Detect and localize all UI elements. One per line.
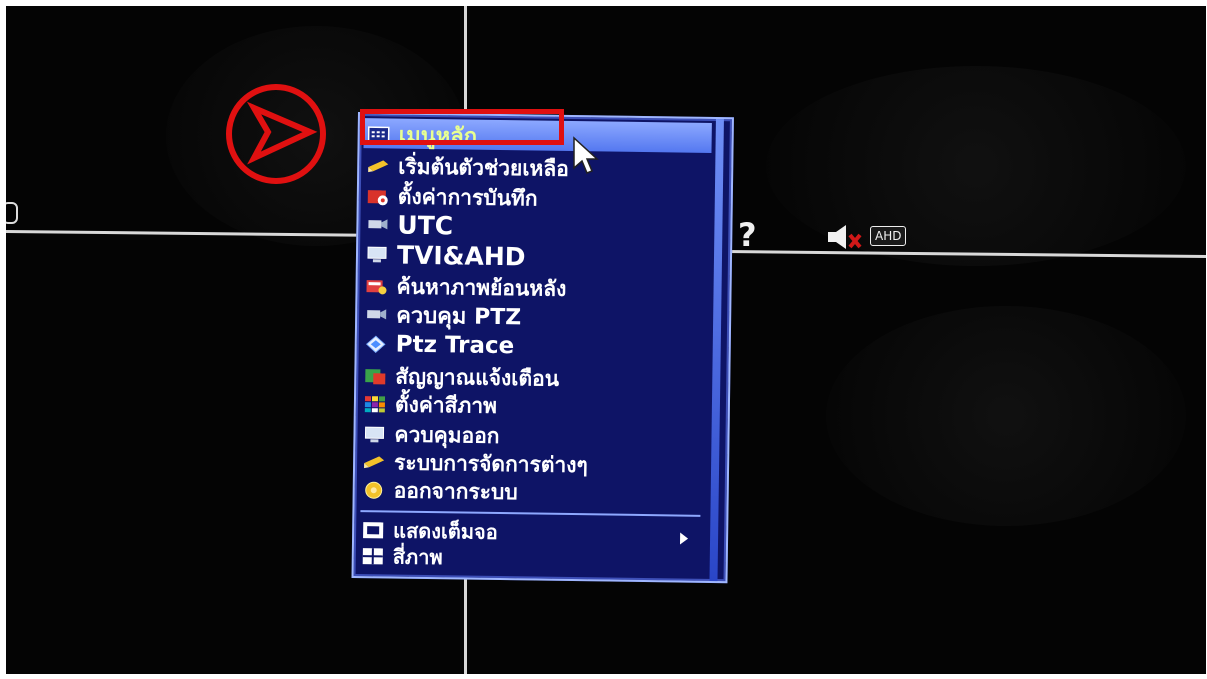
- playback-search-icon: [366, 280, 387, 295]
- pencil-icon: [368, 160, 389, 173]
- camera-icon: [368, 219, 388, 230]
- menu-item-label: ควบคุม PTZ: [395, 303, 522, 330]
- ahd-badge: AHD: [870, 226, 907, 246]
- menu-item-label: สี่ภาพ: [392, 544, 443, 570]
- menu-item-quad-view[interactable]: สี่ภาพ: [362, 542, 443, 571]
- ptz-camera-icon: [367, 309, 387, 320]
- alarm-icon: [365, 369, 386, 385]
- mouse-cursor-icon: [573, 136, 599, 174]
- quad-view-icon: [362, 548, 383, 565]
- menu-item-utc[interactable]: UTC: [366, 210, 454, 240]
- menu-item-color-settings[interactable]: ตั้งค่าสีภาพ: [364, 390, 497, 420]
- menu-item-record-settings[interactable]: ตั้งค่าการบันทึก: [367, 182, 538, 212]
- submenu-arrow-icon: [679, 532, 689, 545]
- menu-item-tvi-ahd[interactable]: TVI&AHD: [366, 240, 526, 271]
- menu-panel: เมนูหลัก เริ่มต้นตัวช่วยเหลือ ตั้งค่าการ…: [351, 112, 734, 584]
- background-glow: [826, 306, 1186, 526]
- annotation-highlight-box: [360, 109, 564, 145]
- output-monitor-icon: [364, 426, 385, 443]
- mute-icon[interactable]: [824, 222, 874, 252]
- record-settings-icon: [367, 190, 388, 206]
- menu-item-label: Ptz Trace: [395, 331, 515, 360]
- monitor-icon: [367, 246, 387, 263]
- annotation-arrow-icon: [226, 84, 326, 184]
- menu-item-output-control[interactable]: ควบคุมออก: [363, 420, 500, 450]
- menu-scroll-edge: [709, 118, 724, 582]
- menu-item-label: ออกจากระบบ: [393, 478, 518, 504]
- menu-item-label: UTC: [397, 210, 454, 240]
- menu-item-ptz-trace[interactable]: Ptz Trace: [365, 330, 515, 360]
- diamond-icon: [366, 335, 386, 353]
- channel-icon: [6, 202, 18, 224]
- color-grid-icon: [364, 396, 386, 413]
- logout-icon: [365, 481, 383, 499]
- menu-item-label: TVI&AHD: [396, 240, 526, 271]
- menu-item-logout[interactable]: ออกจากระบบ: [363, 476, 518, 506]
- help-icon[interactable]: ?: [738, 216, 757, 254]
- menu-item-setup-wizard[interactable]: เริ่มต้นตัวช่วยเหลือ: [367, 152, 569, 183]
- main-context-menu: เมนูหลัก เริ่มต้นตัวช่วยเหลือ ตั้งค่าการ…: [351, 112, 740, 587]
- fullscreen-icon: [363, 522, 384, 539]
- menu-item-ptz-control[interactable]: ควบคุม PTZ: [365, 300, 521, 330]
- pencil-icon: [364, 456, 385, 469]
